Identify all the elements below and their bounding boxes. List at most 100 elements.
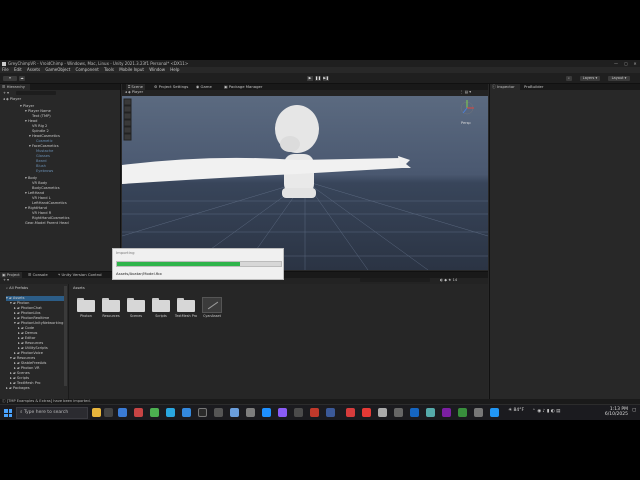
pause-button[interactable]: ❚❚ xyxy=(315,76,321,81)
copilot-icon[interactable] xyxy=(92,408,101,417)
play-button[interactable]: ▶ xyxy=(307,76,313,81)
hierarchy-item[interactable]: Blush xyxy=(36,164,46,169)
hierarchy-item[interactable]: VR Hand L xyxy=(32,196,51,201)
hierarchy-item[interactable]: Beard xyxy=(36,159,47,164)
app-icon[interactable] xyxy=(426,408,435,417)
scene-view-options[interactable]: ⋮ ▤ ▾ xyxy=(460,90,471,95)
task-view-icon[interactable] xyxy=(104,408,113,417)
hierarchy-item[interactable]: Glasses xyxy=(36,154,50,159)
tab-probuilder[interactable]: ProBuilder xyxy=(522,84,545,90)
menu-edit[interactable]: Edit xyxy=(14,67,22,72)
scale-tool-button[interactable] xyxy=(123,119,132,127)
folder-icon[interactable] xyxy=(127,298,145,312)
app-icon[interactable] xyxy=(326,408,335,417)
app-icon[interactable] xyxy=(246,408,255,417)
app-icon[interactable] xyxy=(294,408,303,417)
hierarchy-item[interactable]: ▾ Player Name xyxy=(25,109,51,114)
project-tree-item[interactable]: ▸ ▰ PhotonVoice xyxy=(14,351,43,356)
hierarchy-item[interactable]: Text (TMP) xyxy=(32,114,51,119)
weather-widget[interactable]: ☀ 84°F xyxy=(508,408,524,413)
app-icon[interactable] xyxy=(278,408,287,417)
project-tree-item[interactable]: ▸ ▰ UtilityScripts xyxy=(18,346,48,351)
project-tree-item[interactable]: ▸ ▰ TextMesh Pro xyxy=(10,381,40,386)
menu-tools[interactable]: Tools xyxy=(104,67,114,72)
hierarchy-item[interactable]: RightHandCosmetics xyxy=(32,216,69,221)
hierarchy-item[interactable]: VR Body xyxy=(32,181,47,186)
project-tree-item[interactable]: ▸ ▰ Photon VR xyxy=(14,366,40,371)
hand-tool-button[interactable] xyxy=(123,98,132,106)
app-icon[interactable] xyxy=(230,408,239,417)
transform-tool-button[interactable] xyxy=(123,133,132,141)
rotate-tool-button[interactable] xyxy=(123,112,132,120)
edge-browser-icon[interactable] xyxy=(166,408,175,417)
app-icon[interactable] xyxy=(214,408,223,417)
hierarchy-item[interactable]: VR Rig 2 xyxy=(32,124,47,129)
search-icon[interactable]: ⌕ xyxy=(566,76,572,81)
app-icon[interactable] xyxy=(134,408,143,417)
app-icon[interactable] xyxy=(310,408,319,417)
hierarchy-item[interactable]: ▾ Player xyxy=(20,104,34,109)
project-tree-item[interactable]: ▾ ▰ Resources xyxy=(10,356,35,361)
package-asset-icon[interactable] xyxy=(202,297,222,313)
menu-component[interactable]: Component xyxy=(76,67,99,72)
hierarchy-item[interactable]: Mustache xyxy=(36,149,53,154)
project-tree-item[interactable]: ▾ ▰ Assets xyxy=(6,296,66,301)
scene-root[interactable]: ◂ ◈ Player xyxy=(3,97,21,102)
menu-assets[interactable]: Assets xyxy=(27,67,40,72)
project-tree-item[interactable]: ▸ ▰ PhotonRealtime xyxy=(14,316,49,321)
step-button[interactable]: ▶❚ xyxy=(323,76,329,81)
app-icon[interactable] xyxy=(474,408,483,417)
notification-icon[interactable]: ▢ xyxy=(632,408,636,417)
app-icon[interactable] xyxy=(490,408,499,417)
project-tree-item[interactable]: ▸ ▰ Packages xyxy=(6,386,30,391)
app-icon[interactable] xyxy=(346,408,355,417)
project-tree-item[interactable]: ▸ ▰ Resources xyxy=(18,341,43,346)
project-search-input[interactable] xyxy=(360,278,430,282)
project-tree-item[interactable]: ▸ ▰ Scenes xyxy=(10,371,30,376)
project-add-button[interactable]: + ▾ xyxy=(3,278,9,283)
minimize-button[interactable]: — xyxy=(612,60,620,67)
hierarchy-item[interactable]: ▾ RightHand xyxy=(25,206,47,211)
close-button[interactable]: ✕ xyxy=(631,60,639,67)
project-tree-scrollbar[interactable] xyxy=(64,286,67,386)
cloud-icon[interactable]: ☁ xyxy=(19,76,25,81)
project-tree-item[interactable]: ▸ ▰ StableFreeAds xyxy=(14,361,46,366)
hierarchy-item[interactable]: ▾ Body xyxy=(25,176,37,181)
hierarchy-item[interactable]: Spindle 2 xyxy=(32,129,49,134)
file-explorer-icon[interactable] xyxy=(118,408,127,417)
app-icon[interactable] xyxy=(262,408,271,417)
move-tool-button[interactable] xyxy=(123,105,132,113)
project-tree-item[interactable]: ▸ ▰ Demos xyxy=(18,331,37,336)
project-tree-item[interactable]: ▸ ▰ Editor xyxy=(18,336,36,341)
hierarchy-item[interactable]: BodyCosmetics xyxy=(32,186,60,191)
project-tree-item[interactable]: ▸ ▰ PhotonLibs xyxy=(14,311,41,316)
hierarchy-item[interactable]: VR Hand R xyxy=(32,211,51,216)
hierarchy-item[interactable]: ▾ Head xyxy=(25,119,37,124)
system-tray[interactable]: ⌃ ◉ ♪ ▮ ◐ ▤ xyxy=(532,409,560,414)
taskbar-search-input[interactable]: ⌕ Type here to search xyxy=(16,407,88,419)
hierarchy-search-input[interactable] xyxy=(16,91,56,95)
hierarchy-item[interactable]: LeftHandCosmetics xyxy=(32,201,67,206)
favorites-all-prefabs[interactable]: ⌕ All Prefabs xyxy=(6,286,28,291)
scene-breadcrumb[interactable]: ◂ ◈ Player xyxy=(125,90,143,95)
menu-window[interactable]: Window xyxy=(149,67,165,72)
windows-start-icon[interactable] xyxy=(4,409,12,417)
project-filter-icons[interactable]: ◐ ◆ ★ 14 xyxy=(440,278,457,283)
app-icon[interactable] xyxy=(182,408,191,417)
menu-help[interactable]: Help xyxy=(170,67,179,72)
tab-hierarchy[interactable]: ☰ Hierarchy xyxy=(0,84,30,90)
taskbar-clock[interactable]: 1:13 PM 6/10/2025 xyxy=(598,407,628,417)
menu-gameobject[interactable]: GameObject xyxy=(45,67,70,72)
hierarchy-add-button[interactable]: + ▾ xyxy=(3,91,9,96)
project-breadcrumb[interactable]: Assets xyxy=(73,286,85,291)
hierarchy-item[interactable]: Gear-Model Parent Head xyxy=(25,221,69,226)
layout-dropdown[interactable]: Layout ▾ xyxy=(608,76,630,81)
folder-icon[interactable] xyxy=(77,298,95,312)
project-tree-item[interactable]: ▾ ▰ Photon xyxy=(10,301,29,306)
app-icon[interactable] xyxy=(362,408,371,417)
project-tree-item[interactable]: ▸ ▰ Scripts xyxy=(10,376,29,381)
menu-file[interactable]: File xyxy=(2,67,9,72)
app-icon[interactable] xyxy=(150,408,159,417)
maximize-button[interactable]: ▢ xyxy=(622,60,630,67)
app-icon[interactable] xyxy=(410,408,419,417)
